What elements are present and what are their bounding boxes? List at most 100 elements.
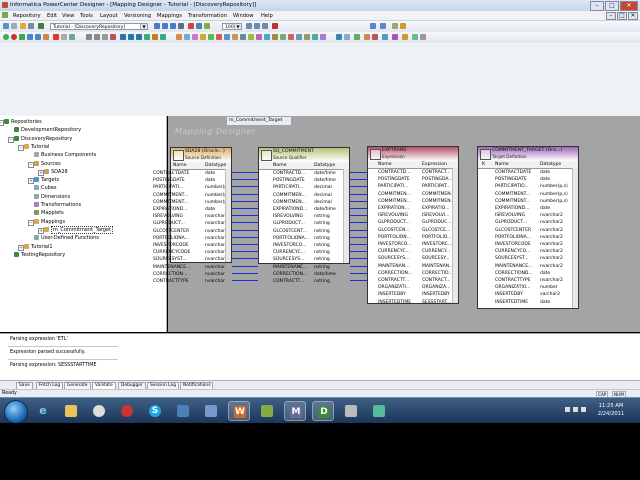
port-link[interactable] <box>350 193 367 195</box>
sorter-icon[interactable] <box>240 34 246 40</box>
sequence-icon[interactable] <box>264 34 270 40</box>
tree-node[interactable]: User-Defined Functions <box>34 235 99 242</box>
checkout-icon[interactable] <box>136 34 142 40</box>
transformation-header[interactable]: SQ_COMMITMENT Source Qualifier <box>259 148 349 162</box>
port-link[interactable] <box>350 172 367 173</box>
close-button[interactable]: ✕ <box>620 1 638 11</box>
port-link[interactable] <box>350 200 367 202</box>
update-strategy-icon[interactable] <box>280 34 286 40</box>
start-debugger-icon[interactable] <box>3 34 9 40</box>
port-row[interactable]: CONTRACTD... CONTRACT... <box>368 169 458 176</box>
tree-node[interactable]: Tutorial1 <box>24 243 53 251</box>
port-row[interactable]: SOURCESYS... nstring <box>259 256 349 263</box>
port-link[interactable] <box>232 251 258 253</box>
tools-icon[interactable] <box>420 34 426 40</box>
find-icon[interactable] <box>370 23 376 29</box>
port-row[interactable]: EXPIRATION... EXPIRATIO... <box>368 205 458 212</box>
transformation-box[interactable]: EXPTRANS Expression Name Expression CONTRACT… <box>367 146 459 306</box>
port-row[interactable]: POSTINGDATE date <box>478 176 578 183</box>
port-link[interactable] <box>350 251 367 253</box>
port-row[interactable]: CORRECTION... date/time <box>259 271 349 278</box>
breakpoint-icon[interactable] <box>53 34 59 40</box>
history-icon[interactable] <box>144 34 150 40</box>
step-icon[interactable] <box>27 34 33 40</box>
port-link[interactable] <box>232 229 258 231</box>
transformation-box[interactable]: SQ_COMMITMENT Source Qualifier Name Datatyp… <box>258 147 350 284</box>
port-row[interactable]: PORTFOLION... PORTFOLIO... <box>368 234 458 241</box>
port-row[interactable]: COMMITMEN... decimal <box>259 192 349 199</box>
overview-icon[interactable] <box>170 23 176 29</box>
port-link[interactable] <box>232 236 258 238</box>
transformation-scrollbar[interactable] <box>343 169 349 263</box>
port-row[interactable]: INVESTORCODE nvarchar <box>153 242 231 249</box>
port-row[interactable]: CONTRACTDATE date <box>153 170 231 177</box>
unlink-icon[interactable] <box>94 34 100 40</box>
source-icon[interactable] <box>176 34 182 40</box>
transformation-box[interactable]: COMMITMENT_TARGET (Ora...) Target Definit… <box>477 146 579 309</box>
port-row[interactable]: ISREVOLVING nvarchar <box>153 213 231 220</box>
delete-icon[interactable] <box>272 23 278 29</box>
port-row[interactable]: ISREVOLVING nstring <box>259 213 349 220</box>
edit-icon[interactable] <box>372 34 378 40</box>
tree-node[interactable]: Sources <box>34 160 61 168</box>
port-row[interactable]: CORRECTIOND... date <box>478 270 578 277</box>
menu-transformation[interactable]: Transformation <box>188 13 227 19</box>
find-next-icon[interactable] <box>380 23 386 29</box>
fit-window-icon[interactable] <box>262 23 268 29</box>
port-row[interactable]: GLPRODUCT... nvarchar2 <box>478 219 578 226</box>
port-row[interactable]: CONTRACTT... nstring <box>259 278 349 285</box>
clock[interactable]: 11:25 AM 2/24/2011 <box>589 402 633 418</box>
normal-view-icon[interactable] <box>354 34 360 40</box>
start-button[interactable] <box>4 400 28 424</box>
menu-view[interactable]: View <box>62 13 74 19</box>
source-analyzer-icon[interactable] <box>188 23 194 29</box>
tree-node[interactable]: Transformations <box>34 202 81 209</box>
output-window-icon[interactable] <box>162 23 168 29</box>
expand-icon[interactable] <box>392 34 398 40</box>
taskbar-ie[interactable]: e <box>32 401 54 421</box>
port-row[interactable]: COMMITMENT... number(p,s) <box>478 198 578 205</box>
query-icon[interactable] <box>160 34 166 40</box>
close-folder-icon[interactable] <box>28 23 34 29</box>
port-row[interactable]: INVESTORCO... nstring <box>259 242 349 249</box>
port-link[interactable] <box>232 272 258 274</box>
break-now-icon[interactable] <box>43 34 49 40</box>
port-link[interactable] <box>350 265 367 267</box>
port-row[interactable]: GLPRODUCT... nstring <box>259 220 349 227</box>
port-row[interactable]: PORTFOLIONA... nstring <box>259 235 349 242</box>
router-icon[interactable] <box>232 34 238 40</box>
port-row[interactable]: INSERTEDTIME date <box>478 299 578 306</box>
tree-node[interactable]: m_Commitment_Target <box>44 225 114 234</box>
menu-window[interactable]: Window <box>233 13 253 19</box>
transformation-box[interactable]: SDA28 (Oracle...) Source Definition Name Da… <box>153 147 232 284</box>
scale-icon[interactable] <box>402 34 408 40</box>
port-row[interactable]: INSERTEDBY varchar2 <box>478 291 578 298</box>
port-row[interactable]: ISREVOLVING nvarchar2 <box>478 212 578 219</box>
transformation-scrollbar[interactable] <box>572 168 578 308</box>
arrange-icon[interactable] <box>392 23 398 29</box>
properties-icon[interactable] <box>400 23 406 29</box>
tree-node[interactable]: Mappings <box>34 218 65 226</box>
port-row[interactable]: EXPIRATIOND... date <box>478 205 578 212</box>
stored-procedure-icon[interactable] <box>272 34 278 40</box>
port-link[interactable] <box>350 280 367 281</box>
port-link[interactable] <box>350 236 367 238</box>
taskbar-app7[interactable] <box>200 401 222 421</box>
port-row[interactable]: ISREVOLVING ISREVOLVI... <box>368 212 458 219</box>
port-row[interactable]: CORRECTION... nvarchar <box>153 271 231 278</box>
mdi-icon[interactable] <box>2 12 8 18</box>
save-icon[interactable] <box>38 23 44 29</box>
mdi-close-button[interactable]: ✕ <box>628 12 638 20</box>
port-row[interactable]: COMMITMEN... COMMITMEN... <box>368 191 458 198</box>
tree-node[interactable]: DevelopmentRepository <box>14 127 81 134</box>
menu-versioning[interactable]: Versioning <box>124 13 151 19</box>
port-row[interactable]: EXPIRATIOND... date/time <box>259 206 349 213</box>
port-row[interactable]: ORGANIZATI... ORGANIZA... <box>368 284 458 291</box>
port-row[interactable]: CONTRACTT... CONTRACT... <box>368 277 458 284</box>
port-row[interactable]: INSERTEDTIME SESSSTART... <box>368 299 458 306</box>
taskbar-m[interactable]: M <box>284 401 306 421</box>
port-link[interactable] <box>350 272 367 274</box>
target-icon[interactable] <box>184 34 190 40</box>
port-row[interactable]: INSERTEDBY INSERTEDBY <box>368 291 458 298</box>
taskbar-word[interactable]: W <box>228 401 250 421</box>
